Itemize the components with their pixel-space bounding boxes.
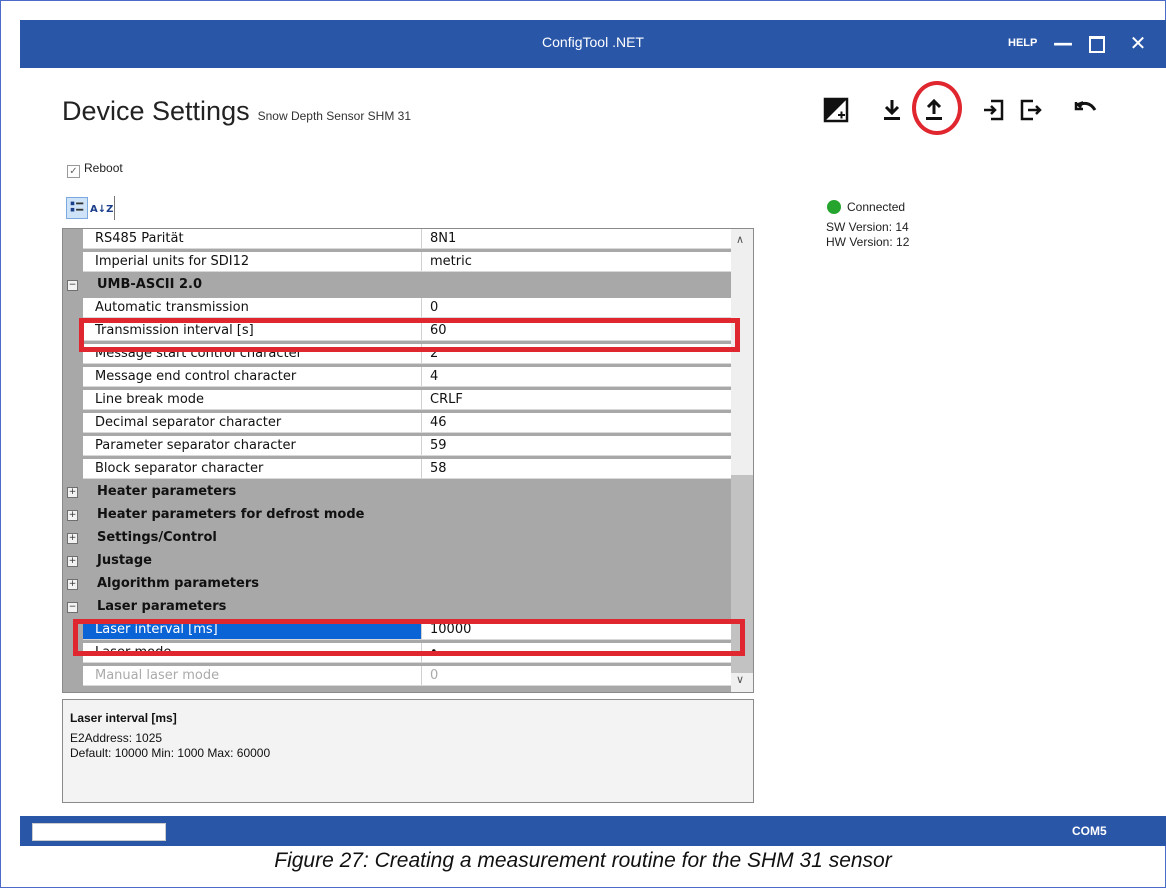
- connected-indicator-icon: [827, 200, 841, 214]
- category-row[interactable]: − Laser parameters: [63, 597, 731, 618]
- category-row[interactable]: + Justage: [63, 551, 731, 572]
- property-value[interactable]: 0: [421, 298, 731, 318]
- highlight-transmission-interval: [79, 318, 740, 352]
- page-title: Device Settings: [62, 96, 250, 126]
- collapse-icon[interactable]: −: [67, 280, 78, 291]
- expand-icon[interactable]: +: [67, 556, 78, 567]
- property-value[interactable]: 46: [421, 413, 731, 433]
- property-value[interactable]: 4: [421, 367, 731, 387]
- property-name: Imperial units for SDI12: [83, 252, 421, 272]
- property-row[interactable]: Automatic transmission 0: [63, 298, 731, 319]
- category-row[interactable]: − UMB-ASCII 2.0: [63, 275, 731, 296]
- device-name: Snow Depth Sensor SHM 31: [257, 109, 412, 123]
- categorized-icon: [70, 201, 84, 212]
- property-name: Decimal separator character: [83, 413, 421, 433]
- property-row[interactable]: Decimal separator character 46: [63, 413, 731, 434]
- hw-version: HW Version: 12: [826, 235, 910, 249]
- category-row[interactable]: + Heater parameters: [63, 482, 731, 503]
- property-value[interactable]: 59: [421, 436, 731, 456]
- import-icon: [984, 99, 1004, 121]
- expand-icon[interactable]: +: [67, 579, 78, 590]
- property-value[interactable]: CRLF: [421, 390, 731, 410]
- connection-label: Connected: [847, 200, 906, 214]
- download-icon: [884, 100, 900, 120]
- sw-version: SW Version: 14: [826, 220, 909, 234]
- alphabetical-sort-button[interactable]: A↓Z: [90, 198, 114, 218]
- property-name: Automatic transmission: [83, 298, 421, 318]
- category-label: Heater parameters: [97, 484, 237, 499]
- progress-bar: [32, 823, 166, 841]
- description-address: E2Address: 1025: [70, 731, 163, 745]
- category-label: Algorithm parameters: [97, 576, 259, 591]
- contrast-plus-icon: [823, 97, 849, 123]
- scroll-down-icon[interactable]: ∨: [736, 673, 744, 686]
- expand-icon[interactable]: +: [67, 487, 78, 498]
- property-row[interactable]: Parameter separator character 59: [63, 436, 731, 457]
- scroll-up-icon[interactable]: ∧: [736, 233, 744, 246]
- title-bar: ConfigTool .NET HELP — ✕: [20, 20, 1166, 68]
- categorized-view-button[interactable]: [66, 197, 88, 219]
- category-label: UMB-ASCII 2.0: [97, 277, 202, 292]
- close-button[interactable]: ✕: [1125, 29, 1151, 57]
- category-label: Laser parameters: [97, 599, 227, 614]
- export-button[interactable]: [1016, 96, 1044, 124]
- property-name: Parameter separator character: [83, 436, 421, 456]
- property-value[interactable]: 8N1: [421, 229, 731, 249]
- minimize-button[interactable]: —: [1050, 29, 1076, 57]
- property-name: Manual laser mode: [83, 666, 421, 686]
- status-bar: COM5: [20, 816, 1166, 846]
- property-row[interactable]: RS485 Parität 8N1: [63, 229, 731, 250]
- highlight-upload-circle: [912, 81, 962, 135]
- category-label: Justage: [97, 553, 152, 568]
- export-icon: [1020, 99, 1042, 121]
- property-name: RS485 Parität: [83, 229, 421, 249]
- sort-az-icon: A↓Z: [90, 204, 114, 215]
- property-value[interactable]: metric: [421, 252, 731, 272]
- connection-status: Connected SW Version: 14 HW Version: 12: [826, 200, 909, 249]
- page-heading: Device Settings Snow Depth Sensor SHM 31: [62, 96, 411, 127]
- collapse-icon[interactable]: −: [67, 602, 78, 613]
- description-panel: Laser interval [ms] E2Address: 1025 Defa…: [62, 699, 754, 803]
- undo-button[interactable]: [1072, 96, 1100, 124]
- property-value[interactable]: 0: [421, 666, 731, 686]
- category-row[interactable]: + Algorithm parameters: [63, 574, 731, 595]
- com-port: COM5: [1072, 824, 1107, 838]
- reboot-checkbox[interactable]: ✓ Reboot: [67, 161, 123, 178]
- contrast-button[interactable]: [822, 96, 850, 124]
- expand-icon[interactable]: +: [67, 510, 78, 521]
- app-window: ConfigTool .NET HELP — ✕ Device Settings…: [20, 20, 1166, 846]
- category-label: Heater parameters for defrost mode: [97, 507, 365, 522]
- sort-toolbar: A↓Z: [66, 196, 115, 222]
- toolbar-separator: [114, 196, 115, 220]
- category-row[interactable]: + Heater parameters for defrost mode: [63, 505, 731, 526]
- property-row[interactable]: Manual laser mode 0: [63, 666, 731, 687]
- reboot-label: Reboot: [84, 161, 123, 175]
- expand-icon[interactable]: +: [67, 533, 78, 544]
- help-button[interactable]: HELP: [1008, 37, 1037, 49]
- property-name: Line break mode: [83, 390, 421, 410]
- download-button[interactable]: [878, 96, 906, 124]
- maximize-icon: [1089, 36, 1105, 53]
- figure-caption: Figure 27: Creating a measurement routin…: [274, 849, 892, 872]
- property-value[interactable]: 58: [421, 459, 731, 479]
- property-name: Block separator character: [83, 459, 421, 479]
- property-row[interactable]: Line break mode CRLF: [63, 390, 731, 411]
- import-button[interactable]: [980, 96, 1008, 124]
- property-name: Message end control character: [83, 367, 421, 387]
- property-row[interactable]: Block separator character 58: [63, 459, 731, 480]
- category-row[interactable]: + Settings/Control: [63, 528, 731, 549]
- undo-icon: [1074, 101, 1097, 111]
- highlight-laser-interval: [73, 619, 745, 656]
- category-label: Settings/Control: [97, 530, 217, 545]
- window-title: ConfigTool .NET: [542, 34, 644, 50]
- checkmark-icon: ✓: [67, 165, 80, 178]
- property-row[interactable]: Message end control character 4: [63, 367, 731, 388]
- maximize-button[interactable]: [1084, 29, 1110, 57]
- description-range: Default: 10000 Min: 1000 Max: 60000: [70, 746, 271, 760]
- property-row[interactable]: Imperial units for SDI12 metric: [63, 252, 731, 273]
- description-title: Laser interval [ms]: [70, 711, 177, 725]
